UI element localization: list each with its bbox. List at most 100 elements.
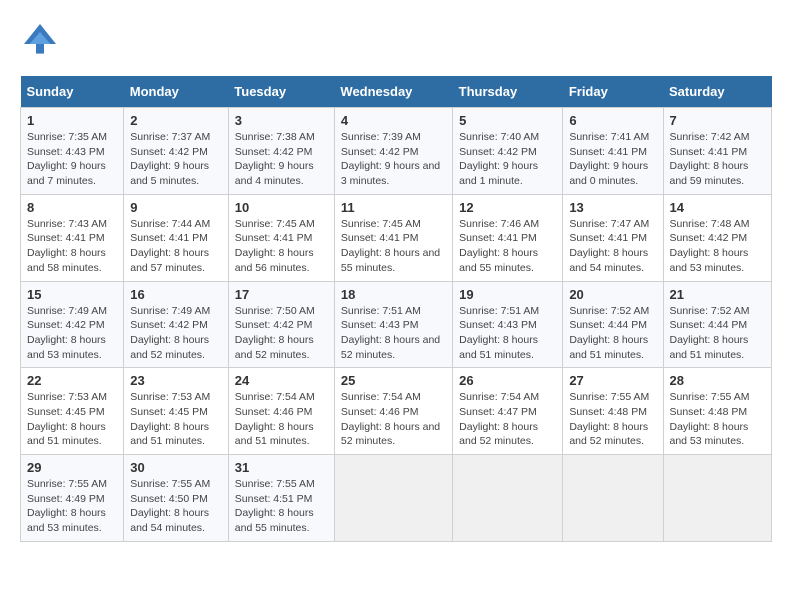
day-number: 22 bbox=[27, 373, 117, 388]
day-info: Sunrise: 7:53 AM Sunset: 4:45 PM Dayligh… bbox=[27, 390, 117, 449]
day-number: 20 bbox=[569, 287, 656, 302]
day-number: 27 bbox=[569, 373, 656, 388]
day-number: 6 bbox=[569, 113, 656, 128]
day-number: 28 bbox=[670, 373, 766, 388]
day-info: Sunrise: 7:54 AM Sunset: 4:46 PM Dayligh… bbox=[341, 390, 446, 449]
header bbox=[20, 20, 772, 60]
day-cell: 10 Sunrise: 7:45 AM Sunset: 4:41 PM Dayl… bbox=[228, 194, 334, 281]
header-row: SundayMondayTuesdayWednesdayThursdayFrid… bbox=[21, 76, 772, 108]
day-cell bbox=[334, 455, 452, 542]
day-cell: 19 Sunrise: 7:51 AM Sunset: 4:43 PM Dayl… bbox=[453, 281, 563, 368]
day-number: 19 bbox=[459, 287, 556, 302]
day-cell: 11 Sunrise: 7:45 AM Sunset: 4:41 PM Dayl… bbox=[334, 194, 452, 281]
day-info: Sunrise: 7:49 AM Sunset: 4:42 PM Dayligh… bbox=[27, 304, 117, 363]
week-row-1: 1 Sunrise: 7:35 AM Sunset: 4:43 PM Dayli… bbox=[21, 108, 772, 195]
day-cell: 2 Sunrise: 7:37 AM Sunset: 4:42 PM Dayli… bbox=[124, 108, 229, 195]
day-info: Sunrise: 7:51 AM Sunset: 4:43 PM Dayligh… bbox=[459, 304, 556, 363]
calendar-table: SundayMondayTuesdayWednesdayThursdayFrid… bbox=[20, 76, 772, 542]
day-cell bbox=[663, 455, 772, 542]
day-number: 25 bbox=[341, 373, 446, 388]
day-cell: 13 Sunrise: 7:47 AM Sunset: 4:41 PM Dayl… bbox=[563, 194, 663, 281]
day-info: Sunrise: 7:54 AM Sunset: 4:47 PM Dayligh… bbox=[459, 390, 556, 449]
day-cell: 18 Sunrise: 7:51 AM Sunset: 4:43 PM Dayl… bbox=[334, 281, 452, 368]
day-info: Sunrise: 7:39 AM Sunset: 4:42 PM Dayligh… bbox=[341, 130, 446, 189]
day-info: Sunrise: 7:40 AM Sunset: 4:42 PM Dayligh… bbox=[459, 130, 556, 189]
day-cell: 30 Sunrise: 7:55 AM Sunset: 4:50 PM Dayl… bbox=[124, 455, 229, 542]
day-cell: 3 Sunrise: 7:38 AM Sunset: 4:42 PM Dayli… bbox=[228, 108, 334, 195]
logo bbox=[20, 20, 66, 60]
day-cell: 23 Sunrise: 7:53 AM Sunset: 4:45 PM Dayl… bbox=[124, 368, 229, 455]
week-row-3: 15 Sunrise: 7:49 AM Sunset: 4:42 PM Dayl… bbox=[21, 281, 772, 368]
day-info: Sunrise: 7:45 AM Sunset: 4:41 PM Dayligh… bbox=[235, 217, 328, 276]
day-cell: 14 Sunrise: 7:48 AM Sunset: 4:42 PM Dayl… bbox=[663, 194, 772, 281]
day-cell: 27 Sunrise: 7:55 AM Sunset: 4:48 PM Dayl… bbox=[563, 368, 663, 455]
day-info: Sunrise: 7:47 AM Sunset: 4:41 PM Dayligh… bbox=[569, 217, 656, 276]
day-number: 31 bbox=[235, 460, 328, 475]
day-info: Sunrise: 7:45 AM Sunset: 4:41 PM Dayligh… bbox=[341, 217, 446, 276]
day-number: 12 bbox=[459, 200, 556, 215]
day-cell: 6 Sunrise: 7:41 AM Sunset: 4:41 PM Dayli… bbox=[563, 108, 663, 195]
day-cell: 12 Sunrise: 7:46 AM Sunset: 4:41 PM Dayl… bbox=[453, 194, 563, 281]
day-cell: 17 Sunrise: 7:50 AM Sunset: 4:42 PM Dayl… bbox=[228, 281, 334, 368]
day-number: 14 bbox=[670, 200, 766, 215]
day-number: 13 bbox=[569, 200, 656, 215]
day-info: Sunrise: 7:41 AM Sunset: 4:41 PM Dayligh… bbox=[569, 130, 656, 189]
day-cell: 20 Sunrise: 7:52 AM Sunset: 4:44 PM Dayl… bbox=[563, 281, 663, 368]
day-number: 21 bbox=[670, 287, 766, 302]
day-cell bbox=[453, 455, 563, 542]
day-info: Sunrise: 7:55 AM Sunset: 4:48 PM Dayligh… bbox=[569, 390, 656, 449]
logo-icon bbox=[20, 20, 60, 60]
col-header-friday: Friday bbox=[563, 76, 663, 108]
day-cell: 15 Sunrise: 7:49 AM Sunset: 4:42 PM Dayl… bbox=[21, 281, 124, 368]
day-info: Sunrise: 7:48 AM Sunset: 4:42 PM Dayligh… bbox=[670, 217, 766, 276]
day-number: 7 bbox=[670, 113, 766, 128]
day-number: 4 bbox=[341, 113, 446, 128]
week-row-5: 29 Sunrise: 7:55 AM Sunset: 4:49 PM Dayl… bbox=[21, 455, 772, 542]
day-info: Sunrise: 7:42 AM Sunset: 4:41 PM Dayligh… bbox=[670, 130, 766, 189]
day-cell: 21 Sunrise: 7:52 AM Sunset: 4:44 PM Dayl… bbox=[663, 281, 772, 368]
day-cell: 24 Sunrise: 7:54 AM Sunset: 4:46 PM Dayl… bbox=[228, 368, 334, 455]
day-cell: 26 Sunrise: 7:54 AM Sunset: 4:47 PM Dayl… bbox=[453, 368, 563, 455]
day-number: 1 bbox=[27, 113, 117, 128]
day-info: Sunrise: 7:38 AM Sunset: 4:42 PM Dayligh… bbox=[235, 130, 328, 189]
week-row-4: 22 Sunrise: 7:53 AM Sunset: 4:45 PM Dayl… bbox=[21, 368, 772, 455]
day-number: 18 bbox=[341, 287, 446, 302]
day-number: 17 bbox=[235, 287, 328, 302]
day-info: Sunrise: 7:52 AM Sunset: 4:44 PM Dayligh… bbox=[670, 304, 766, 363]
day-info: Sunrise: 7:55 AM Sunset: 4:49 PM Dayligh… bbox=[27, 477, 117, 536]
day-number: 23 bbox=[130, 373, 222, 388]
day-cell: 22 Sunrise: 7:53 AM Sunset: 4:45 PM Dayl… bbox=[21, 368, 124, 455]
day-cell: 4 Sunrise: 7:39 AM Sunset: 4:42 PM Dayli… bbox=[334, 108, 452, 195]
day-number: 5 bbox=[459, 113, 556, 128]
day-cell bbox=[563, 455, 663, 542]
day-cell: 5 Sunrise: 7:40 AM Sunset: 4:42 PM Dayli… bbox=[453, 108, 563, 195]
day-number: 9 bbox=[130, 200, 222, 215]
day-number: 10 bbox=[235, 200, 328, 215]
day-number: 3 bbox=[235, 113, 328, 128]
day-info: Sunrise: 7:37 AM Sunset: 4:42 PM Dayligh… bbox=[130, 130, 222, 189]
day-info: Sunrise: 7:55 AM Sunset: 4:51 PM Dayligh… bbox=[235, 477, 328, 536]
col-header-wednesday: Wednesday bbox=[334, 76, 452, 108]
day-cell: 28 Sunrise: 7:55 AM Sunset: 4:48 PM Dayl… bbox=[663, 368, 772, 455]
day-info: Sunrise: 7:55 AM Sunset: 4:48 PM Dayligh… bbox=[670, 390, 766, 449]
day-number: 30 bbox=[130, 460, 222, 475]
col-header-saturday: Saturday bbox=[663, 76, 772, 108]
day-cell: 29 Sunrise: 7:55 AM Sunset: 4:49 PM Dayl… bbox=[21, 455, 124, 542]
day-cell: 8 Sunrise: 7:43 AM Sunset: 4:41 PM Dayli… bbox=[21, 194, 124, 281]
day-info: Sunrise: 7:35 AM Sunset: 4:43 PM Dayligh… bbox=[27, 130, 117, 189]
day-number: 24 bbox=[235, 373, 328, 388]
day-info: Sunrise: 7:43 AM Sunset: 4:41 PM Dayligh… bbox=[27, 217, 117, 276]
day-info: Sunrise: 7:55 AM Sunset: 4:50 PM Dayligh… bbox=[130, 477, 222, 536]
day-number: 2 bbox=[130, 113, 222, 128]
day-info: Sunrise: 7:46 AM Sunset: 4:41 PM Dayligh… bbox=[459, 217, 556, 276]
day-info: Sunrise: 7:52 AM Sunset: 4:44 PM Dayligh… bbox=[569, 304, 656, 363]
col-header-thursday: Thursday bbox=[453, 76, 563, 108]
day-number: 29 bbox=[27, 460, 117, 475]
day-info: Sunrise: 7:51 AM Sunset: 4:43 PM Dayligh… bbox=[341, 304, 446, 363]
day-cell: 9 Sunrise: 7:44 AM Sunset: 4:41 PM Dayli… bbox=[124, 194, 229, 281]
day-info: Sunrise: 7:49 AM Sunset: 4:42 PM Dayligh… bbox=[130, 304, 222, 363]
day-cell: 16 Sunrise: 7:49 AM Sunset: 4:42 PM Dayl… bbox=[124, 281, 229, 368]
day-info: Sunrise: 7:44 AM Sunset: 4:41 PM Dayligh… bbox=[130, 217, 222, 276]
day-info: Sunrise: 7:53 AM Sunset: 4:45 PM Dayligh… bbox=[130, 390, 222, 449]
day-cell: 25 Sunrise: 7:54 AM Sunset: 4:46 PM Dayl… bbox=[334, 368, 452, 455]
